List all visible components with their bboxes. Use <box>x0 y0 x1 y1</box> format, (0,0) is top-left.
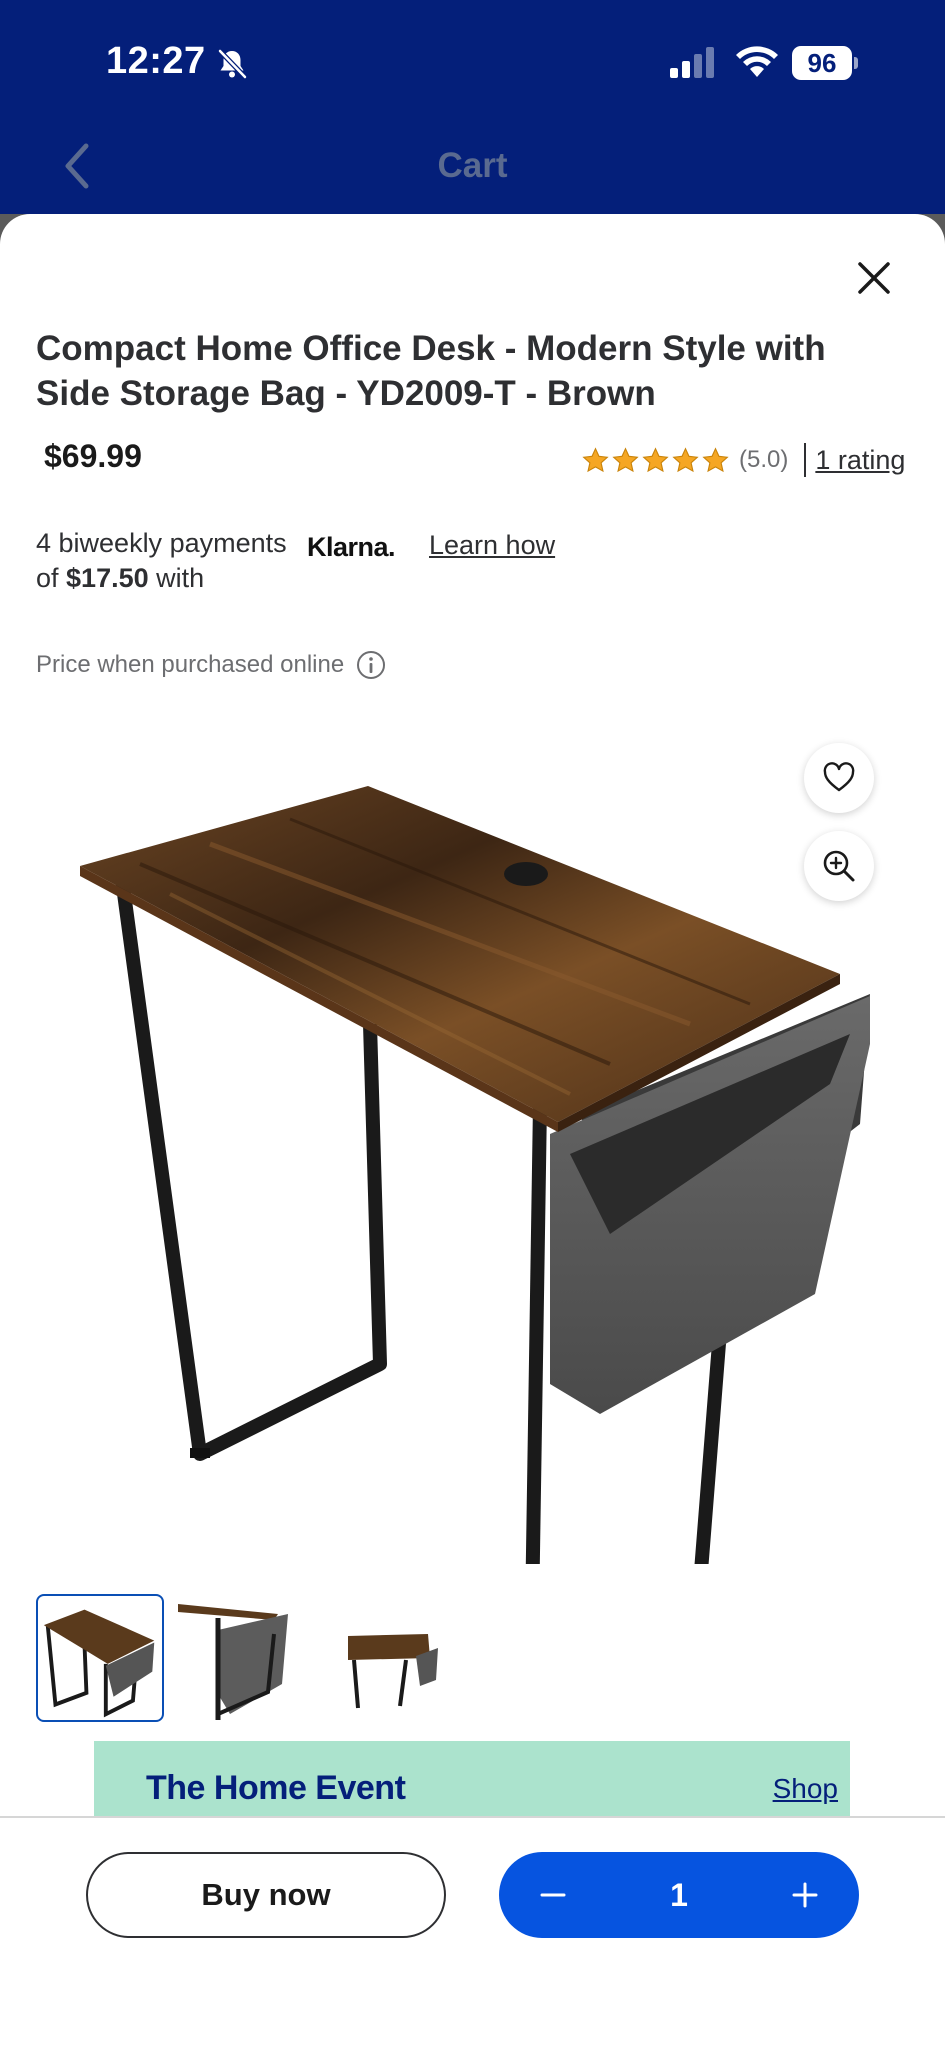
quantity-value: 1 <box>670 1876 688 1913</box>
product-sheet: Compact Home Office Desk - Modern Style … <box>0 214 945 2048</box>
star-icon <box>642 446 669 472</box>
zoom-button[interactable] <box>804 831 874 901</box>
close-icon[interactable] <box>852 256 896 300</box>
rating-stars <box>582 446 729 474</box>
wifi-icon <box>736 46 778 77</box>
bell-off-icon <box>218 49 247 79</box>
thumbnail-2[interactable] <box>178 1594 306 1722</box>
rating-summary[interactable]: (5.0) 1 rating <box>582 440 905 480</box>
increase-quantity-button[interactable] <box>781 1871 829 1919</box>
product-price: $69.99 <box>44 438 142 474</box>
decrease-quantity-button[interactable] <box>529 1871 577 1919</box>
promo-title: The Home Event <box>146 1769 406 1807</box>
top-bar: 12:27 96 Cart <box>0 0 945 240</box>
price-note: Price when purchased online <box>36 650 386 680</box>
rating-count-link[interactable]: 1 rating <box>815 445 905 476</box>
rating-score: (5.0) <box>739 446 789 473</box>
favorite-button[interactable] <box>804 743 874 813</box>
product-title: Compact Home Office Desk - Modern Style … <box>36 329 826 413</box>
battery-indicator: 96 <box>792 46 858 80</box>
klarna-payment-text: 4 biweekly payments of $17.50 with <box>36 528 287 593</box>
product-image <box>80 786 870 1564</box>
nav-title: Cart <box>437 146 508 185</box>
rating-divider <box>804 443 807 477</box>
buy-now-button[interactable]: Buy now <box>86 1852 446 1938</box>
thumbnail-strip <box>36 1594 448 1722</box>
signal-icon <box>670 47 714 78</box>
minus-icon <box>540 1893 566 1897</box>
info-icon[interactable] <box>356 650 386 680</box>
quantity-stepper: 1 <box>499 1852 859 1938</box>
thumbnail-3[interactable] <box>320 1594 448 1722</box>
action-bar: Buy now 1 <box>0 1816 945 2048</box>
status-time: 12:27 <box>106 40 206 82</box>
zoom-in-icon <box>823 850 855 882</box>
heart-icon <box>823 762 855 792</box>
battery-level: 96 <box>792 46 852 80</box>
star-icon <box>582 446 609 472</box>
promo-shop-link[interactable]: Shop <box>773 1773 838 1805</box>
klarna-amount: $17.50 <box>66 563 149 593</box>
plus-icon <box>792 1882 818 1908</box>
klarna-learn-how-link[interactable]: Learn how <box>429 530 555 561</box>
star-icon <box>672 446 699 472</box>
thumbnail-1[interactable] <box>36 1594 164 1722</box>
klarna-logo: Klarna. <box>307 532 396 562</box>
star-icon <box>702 446 729 472</box>
star-icon <box>612 446 639 472</box>
